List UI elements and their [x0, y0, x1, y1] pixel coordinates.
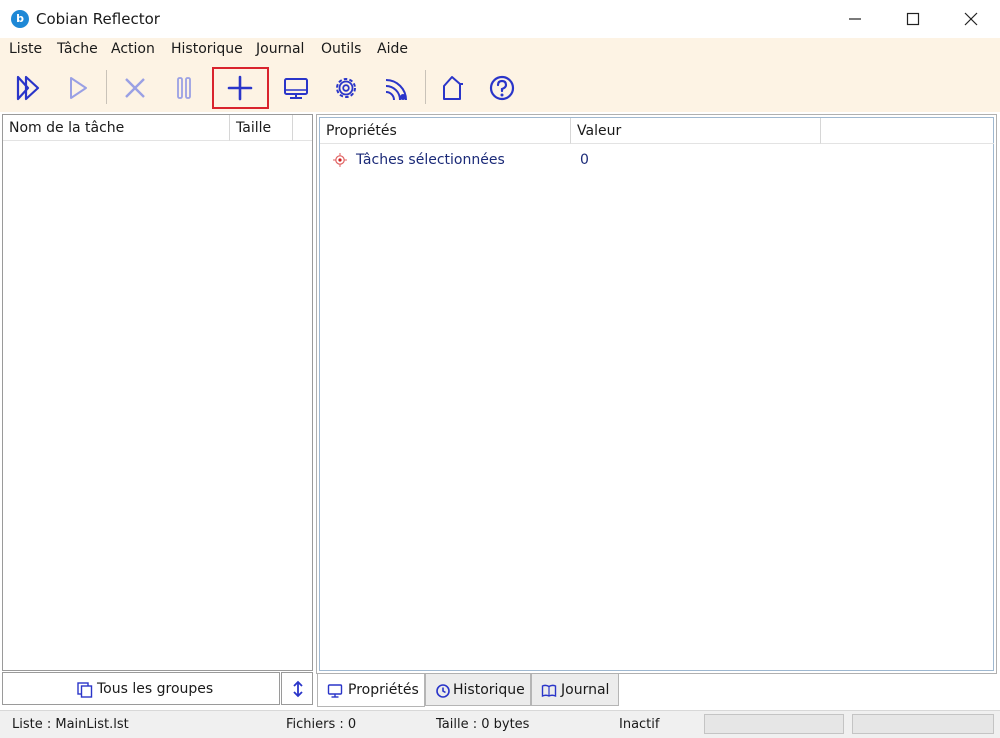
- menu-aide[interactable]: Aide: [377, 41, 408, 57]
- column-header-filler: [821, 118, 994, 144]
- tab-journal[interactable]: Journal: [531, 674, 619, 706]
- toolbar-separator: [425, 70, 426, 104]
- run-all-icon: [16, 75, 40, 101]
- home-icon: [443, 76, 463, 100]
- tab-label: Journal: [561, 682, 610, 698]
- menu-historique[interactable]: Historique: [171, 41, 243, 57]
- group-selector-label: Tous les groupes: [97, 681, 214, 697]
- task-list[interactable]: Nom de la tâche Taille: [2, 114, 313, 671]
- display-icon: [284, 78, 308, 99]
- remote-icon: [385, 79, 407, 101]
- tab-label: Propriétés: [348, 682, 419, 698]
- status-bar: Liste : MainList.lst Fichiers : 0 Taille…: [0, 710, 1000, 738]
- run-all-button[interactable]: [8, 68, 48, 108]
- close-button[interactable]: [942, 0, 1000, 38]
- progress-bar: [852, 714, 994, 734]
- status-files: Fichiers : 0: [286, 717, 357, 732]
- column-header-label: Taille: [236, 120, 272, 136]
- toolbar: [0, 62, 1000, 112]
- column-header-label: Nom de la tâche: [9, 120, 125, 136]
- toolbar-separator: [106, 70, 107, 104]
- groups-icon: [77, 682, 93, 698]
- display-icon: [327, 684, 343, 698]
- target-icon: [333, 153, 347, 167]
- menu-action[interactable]: Action: [111, 41, 155, 57]
- tab-label: Historique: [453, 682, 525, 698]
- display-button[interactable]: [276, 68, 316, 108]
- home-button[interactable]: [432, 68, 472, 108]
- menu-journal[interactable]: Journal: [256, 41, 304, 57]
- add-task-icon: [227, 75, 253, 101]
- run-button[interactable]: [58, 68, 98, 108]
- progress-bar: [704, 714, 844, 734]
- minimize-icon: [849, 18, 861, 20]
- column-header-size[interactable]: Taille: [230, 115, 293, 141]
- tab-properties[interactable]: Propriétés: [317, 674, 425, 707]
- property-name[interactable]: Tâches sélectionnées: [356, 152, 505, 168]
- column-header-filler: [293, 115, 312, 141]
- help-button[interactable]: [482, 68, 522, 108]
- properties-panel: Propriétés Valeur Tâches sélectionnées 0: [316, 114, 997, 674]
- app-logo-icon: b: [11, 10, 29, 28]
- window-title: Cobian Reflector: [36, 10, 160, 28]
- status-size: Taille : 0 bytes: [436, 717, 530, 732]
- menu-outils[interactable]: Outils: [321, 41, 361, 57]
- properties-list[interactable]: Propriétés Valeur Tâches sélectionnées 0: [319, 117, 994, 671]
- column-header-label: Propriétés: [326, 123, 397, 139]
- maximize-button[interactable]: [884, 0, 942, 38]
- settings-button[interactable]: [326, 68, 366, 108]
- cancel-button[interactable]: [115, 68, 155, 108]
- close-icon: [964, 12, 978, 26]
- menu-tache[interactable]: Tâche: [57, 41, 98, 57]
- status-state: Inactif: [619, 717, 660, 732]
- run-icon: [70, 77, 87, 99]
- tab-history[interactable]: Historique: [425, 674, 531, 706]
- status-list: Liste : MainList.lst: [12, 717, 129, 732]
- cancel-icon: [125, 78, 145, 98]
- column-header-task-name[interactable]: Nom de la tâche: [3, 115, 230, 141]
- column-header-properties[interactable]: Propriétés: [320, 118, 571, 144]
- column-header-label: Valeur: [577, 123, 622, 139]
- maximize-icon: [906, 12, 920, 26]
- group-selector[interactable]: Tous les groupes: [2, 672, 280, 705]
- book-icon: [541, 684, 557, 698]
- pause-button[interactable]: [164, 68, 204, 108]
- column-header-value[interactable]: Valeur: [571, 118, 821, 144]
- sort-toggle-button[interactable]: [281, 672, 313, 705]
- property-value: 0: [580, 152, 589, 168]
- menu-bar: Liste Tâche Action Historique Journal Ou…: [0, 38, 1000, 62]
- pause-icon: [177, 77, 191, 99]
- menu-liste[interactable]: Liste: [9, 41, 42, 57]
- sort-arrows-icon: [293, 680, 303, 698]
- settings-icon: [336, 78, 356, 98]
- help-icon: [489, 75, 515, 101]
- title-bar: b Cobian Reflector: [0, 0, 1000, 38]
- minimize-button[interactable]: [826, 0, 884, 38]
- remote-button[interactable]: [376, 68, 416, 108]
- clock-icon: [436, 684, 450, 698]
- add-task-button[interactable]: [220, 68, 260, 108]
